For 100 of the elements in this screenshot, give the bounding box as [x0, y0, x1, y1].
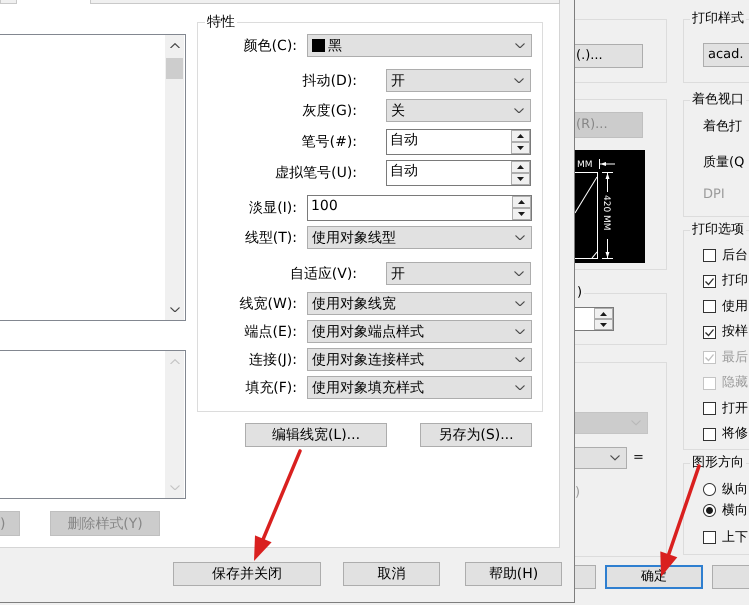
- checkbox-label: 后台: [722, 248, 748, 264]
- checkbox[interactable]: [703, 428, 716, 441]
- chevron-down-icon: [514, 108, 524, 114]
- checkbox-label: 打印: [722, 273, 748, 290]
- checkbox-label: 打开: [722, 400, 748, 417]
- spin-down-button[interactable]: [511, 142, 530, 154]
- dimension-label: 420 MM: [601, 195, 611, 231]
- help-button[interactable]: 帮助(H): [465, 562, 562, 586]
- chevron-down-icon: [514, 270, 524, 276]
- spin-field[interactable]: 自动: [386, 160, 531, 186]
- scrollbar-thumb[interactable]: [166, 58, 183, 79]
- field-label: 连接(J):: [249, 352, 297, 368]
- field-label: 抖动(D):: [302, 72, 357, 88]
- chevron-down-icon: [170, 484, 180, 490]
- save-and-close-button[interactable]: 保存并关闭: [173, 562, 321, 586]
- radio-dot-icon: [706, 507, 713, 514]
- triangle-up-icon: [517, 134, 524, 138]
- dropdown[interactable]: 使用对象线宽: [307, 292, 532, 315]
- checkbox-label: 隐藏: [722, 375, 748, 392]
- field-label: 着色打: [703, 119, 742, 135]
- chevron-down-icon: [515, 42, 525, 48]
- dropdown[interactable]: 开: [386, 69, 531, 92]
- field-label: 填充(F):: [245, 380, 297, 396]
- radio-label: 纵向: [722, 482, 748, 498]
- triangle-down-icon: [600, 322, 607, 326]
- field-label: 线型(T):: [244, 230, 297, 246]
- button[interactable]: (.)...: [575, 44, 643, 68]
- dimension-arrow: [602, 238, 614, 259]
- checkbox-label: 将修: [722, 426, 748, 442]
- field-label: 颜色(C):: [244, 38, 297, 54]
- checkbox-label: 上下: [722, 530, 748, 546]
- triangle-down-icon: [517, 146, 524, 150]
- cancel-button[interactable]: 取消: [343, 562, 440, 586]
- spin-field[interactable]: 100: [307, 195, 532, 221]
- radio-button[interactable]: [703, 504, 716, 517]
- spin-down-button[interactable]: [511, 173, 530, 185]
- spin-down-button[interactable]: [512, 208, 531, 220]
- chevron-down-icon: [515, 328, 525, 334]
- dropdown[interactable]: 使用对象端点样式: [307, 320, 532, 343]
- checkbox[interactable]: [703, 300, 716, 314]
- dropdown[interactable]: 使用对象连接样式: [307, 348, 532, 371]
- spin-up-button[interactable]: [512, 196, 531, 208]
- dimension-arrow: [602, 172, 614, 192]
- triangle-down-icon: [517, 177, 524, 181]
- field-label: 自适应(V):: [290, 266, 357, 282]
- chevron-down-icon: [610, 455, 620, 461]
- group-title: 打印选项: [690, 222, 746, 238]
- chevron-up-icon: [170, 358, 180, 364]
- scrollbar[interactable]: [165, 35, 184, 320]
- checkbox-label: 最后: [722, 350, 748, 366]
- chevron-down-icon: [515, 300, 525, 306]
- chevron-down-icon: [170, 306, 180, 312]
- dropdown[interactable]: acad.: [703, 43, 749, 67]
- triangle-up-icon: [517, 165, 524, 169]
- chevron-down-icon: [515, 356, 525, 362]
- field-label: 灰度(G):: [302, 102, 357, 118]
- spin-down-button[interactable]: [594, 319, 613, 330]
- group-title: 打印样式: [690, 11, 746, 27]
- chevron-down-icon: [515, 384, 525, 390]
- spin-field[interactable]: 自动: [386, 129, 531, 155]
- dropdown[interactable]: 黑: [307, 34, 532, 57]
- checkbox[interactable]: [703, 274, 716, 288]
- checkbox-label: 按样: [722, 324, 748, 340]
- field-label: 笔号(#):: [302, 134, 357, 150]
- checkmark-icon: [704, 276, 715, 287]
- field-label: DPI: [703, 187, 725, 203]
- spin-up-button[interactable]: [511, 130, 530, 142]
- dimension-arrow: [599, 158, 616, 170]
- dropdown[interactable]: 开: [386, 262, 531, 285]
- field-label: 质量(Q: [703, 155, 744, 171]
- field-label: 淡显(I):: [249, 200, 297, 216]
- spin-up-button[interactable]: [594, 308, 613, 319]
- checkbox-label: 使用: [722, 298, 748, 315]
- save-as-button[interactable]: 另存为(S)...: [420, 423, 532, 447]
- spin-up-button[interactable]: [511, 161, 530, 173]
- dropdown[interactable]: 使用对象线型: [307, 226, 532, 249]
- group-title: 特性: [205, 14, 237, 30]
- checkbox[interactable]: [703, 531, 716, 544]
- dropdown[interactable]: 使用对象填充样式: [307, 376, 532, 399]
- checkbox[interactable]: [703, 249, 716, 262]
- radio-button[interactable]: [703, 483, 716, 496]
- group-title: 着色视口: [690, 92, 746, 108]
- triangle-up-icon: [518, 200, 525, 204]
- field-label: 端点(E):: [244, 324, 297, 340]
- radio-label: 横向: [722, 502, 748, 518]
- spin-field[interactable]: [575, 307, 614, 331]
- group-title: ): [575, 285, 584, 301]
- equals-sign: =: [633, 450, 644, 466]
- chevron-down-icon: [515, 234, 525, 240]
- checkmark-icon: [704, 352, 715, 364]
- dimension-label: MM: [577, 160, 593, 170]
- checkbox[interactable]: [703, 402, 716, 416]
- dropdown[interactable]: 关: [386, 99, 531, 122]
- checkbox[interactable]: [703, 326, 716, 339]
- triangle-down-icon: [518, 212, 525, 216]
- chevron-down-icon: [514, 78, 524, 84]
- field-label: 虚拟笔号(U):: [275, 165, 357, 181]
- field-label: ): [575, 485, 580, 501]
- edit-lineweights-button[interactable]: 编辑线宽(L)...: [245, 423, 387, 447]
- checkmark-icon: [704, 326, 715, 338]
